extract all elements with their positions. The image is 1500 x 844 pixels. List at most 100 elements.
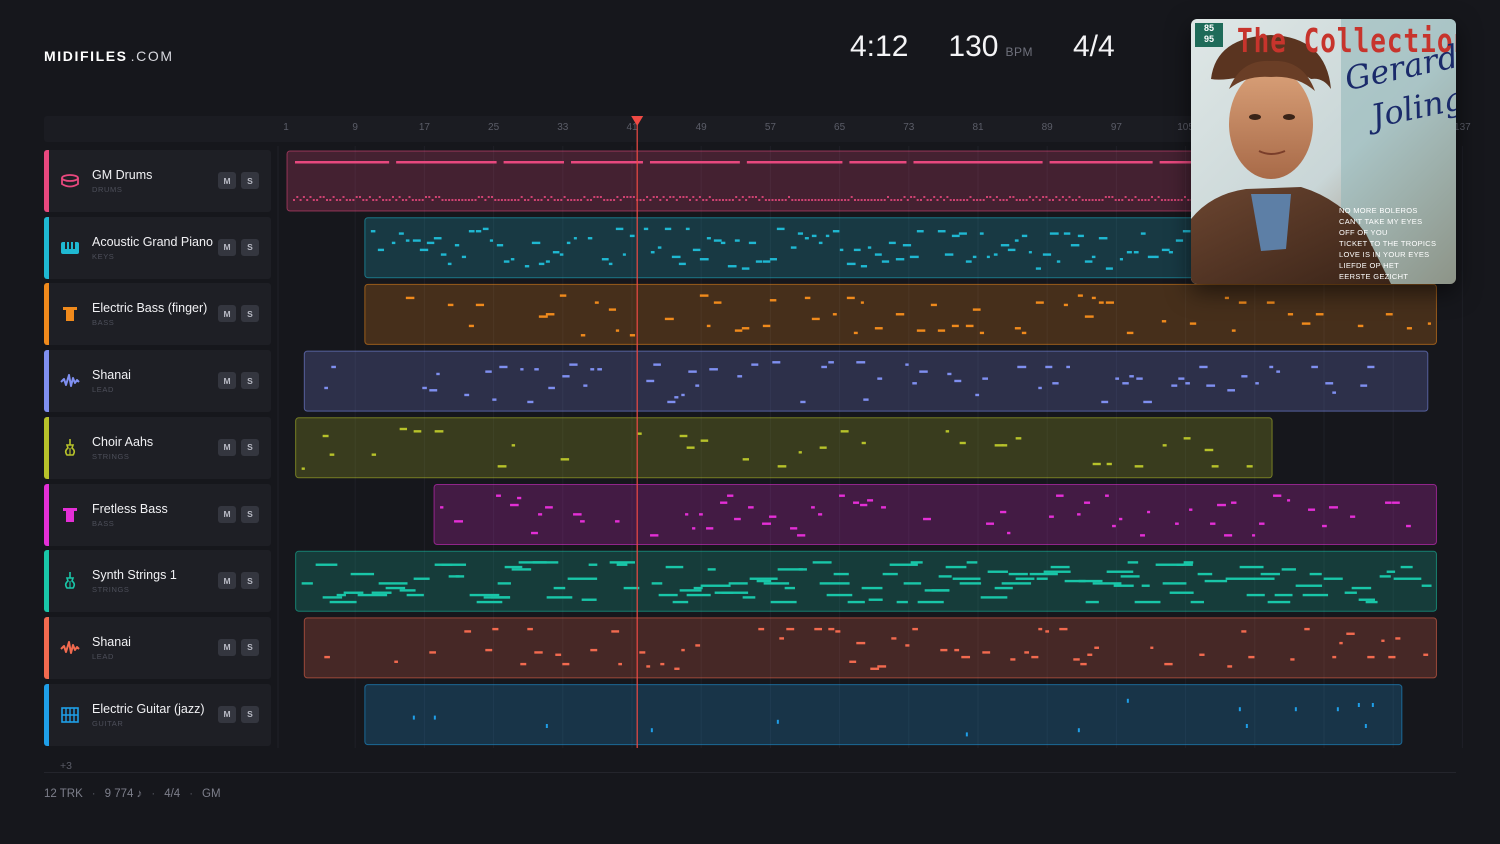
midi-note — [626, 196, 629, 198]
midi-note — [705, 199, 708, 201]
midi-note — [883, 199, 886, 201]
midi-note — [804, 296, 811, 300]
midi-note — [1189, 508, 1193, 511]
mute-button[interactable]: M — [218, 305, 236, 323]
midi-note — [987, 570, 1008, 573]
midi-note — [720, 501, 728, 504]
midi-note — [659, 199, 662, 201]
track-category: LEAD — [92, 385, 114, 395]
midi-note — [962, 199, 965, 201]
midi-note — [557, 199, 559, 201]
mute-button[interactable]: M — [218, 705, 236, 723]
midi-note — [1273, 494, 1282, 497]
midi-note — [464, 630, 472, 633]
midi-note — [571, 161, 643, 164]
midi-note — [616, 196, 619, 198]
midi-note — [559, 294, 567, 297]
midi-note — [1386, 570, 1396, 573]
midi-note — [623, 196, 625, 198]
track-header[interactable]: Choir Aahs STRINGS M S — [44, 416, 271, 479]
midi-note — [1112, 524, 1116, 528]
midi-note — [560, 199, 563, 201]
track-header[interactable]: Electric Guitar (jazz) GUITAR M S — [44, 683, 271, 746]
track-name: Acoustic Grand Piano — [92, 234, 213, 249]
midi-note — [1127, 561, 1139, 564]
midi-note — [702, 199, 705, 201]
midi-note — [685, 196, 688, 198]
footer-time-signature: 4/4 — [164, 788, 181, 800]
midi-note — [1120, 575, 1140, 578]
track-header[interactable]: Fretless Bass BASS M S — [44, 483, 271, 546]
midi-note — [1035, 196, 1038, 198]
midi-note — [798, 451, 802, 454]
midi-note — [664, 317, 674, 321]
more-tracks-label[interactable]: +3 — [60, 760, 72, 772]
track-header[interactable]: GM Drums DRUMS M S — [44, 150, 271, 212]
midi-note — [791, 199, 794, 201]
midi-note — [881, 506, 886, 509]
midi-note — [611, 630, 620, 633]
midi-note — [961, 655, 971, 659]
midi-note — [854, 199, 856, 201]
midi-note — [524, 199, 526, 201]
midi-note — [642, 199, 645, 201]
track-header[interactable]: Synth Strings 1 STRINGS M S — [44, 550, 271, 613]
midi-note — [1126, 251, 1132, 254]
solo-button[interactable]: S — [241, 705, 259, 723]
midi-note — [371, 453, 377, 456]
mute-button[interactable]: M — [218, 172, 236, 189]
midi-note — [1055, 196, 1058, 198]
midi-note — [484, 199, 487, 201]
midi-note — [846, 296, 855, 300]
album-song-title: LIEFDE OP HET — [1339, 261, 1400, 270]
midi-note — [496, 494, 501, 497]
midi-note — [656, 196, 658, 198]
midi-note — [725, 199, 728, 201]
midi-note — [728, 199, 731, 201]
solo-button[interactable]: S — [241, 572, 259, 590]
midi-note — [583, 384, 588, 387]
mute-button[interactable]: M — [218, 572, 236, 590]
midi-note — [1133, 251, 1139, 254]
midi-note — [1084, 260, 1093, 263]
solo-button[interactable]: S — [241, 505, 259, 523]
midi-note — [905, 644, 910, 647]
midi-note — [1161, 320, 1167, 323]
track-header[interactable]: Shanai LEAD M S — [44, 616, 271, 679]
mute-button[interactable]: M — [218, 505, 236, 523]
midi-note — [1007, 248, 1016, 252]
midi-note — [1180, 199, 1183, 201]
album-song-title: OFF OF YOU — [1339, 228, 1388, 237]
track-header[interactable]: Shanai LEAD M S — [44, 350, 271, 413]
track-color-stripe — [44, 616, 49, 679]
midi-note — [685, 227, 690, 231]
midi-note — [1035, 301, 1044, 304]
midi-note — [477, 196, 480, 198]
track-header[interactable]: Electric Bass (finger) BASS M S — [44, 283, 271, 346]
mute-button[interactable]: M — [218, 438, 236, 456]
solo-button[interactable]: S — [241, 438, 259, 456]
midi-note — [1035, 267, 1041, 270]
midi-note — [371, 591, 392, 594]
mute-button[interactable]: M — [218, 638, 236, 656]
midi-note — [1351, 586, 1372, 590]
midi-note — [615, 227, 624, 231]
solo-button[interactable]: S — [241, 238, 259, 256]
midi-note — [552, 251, 560, 254]
mute-button[interactable]: M — [218, 238, 236, 256]
midi-note — [1301, 322, 1311, 325]
solo-button[interactable]: S — [241, 172, 259, 189]
album-song-title: TICKET TO THE TROPICS — [1339, 239, 1437, 248]
midi-note — [881, 260, 890, 263]
midi-note — [527, 627, 533, 631]
solo-button[interactable]: S — [241, 372, 259, 390]
solo-button[interactable]: S — [241, 305, 259, 323]
track-header[interactable]: Acoustic Grand Piano KEYS M S — [44, 216, 271, 279]
midi-note — [749, 577, 778, 580]
midi-note — [534, 651, 543, 654]
solo-button[interactable]: S — [241, 638, 259, 656]
midi-note — [1357, 703, 1360, 707]
midi-note — [1021, 234, 1028, 238]
mute-button[interactable]: M — [218, 372, 236, 390]
midi-note — [646, 665, 651, 668]
